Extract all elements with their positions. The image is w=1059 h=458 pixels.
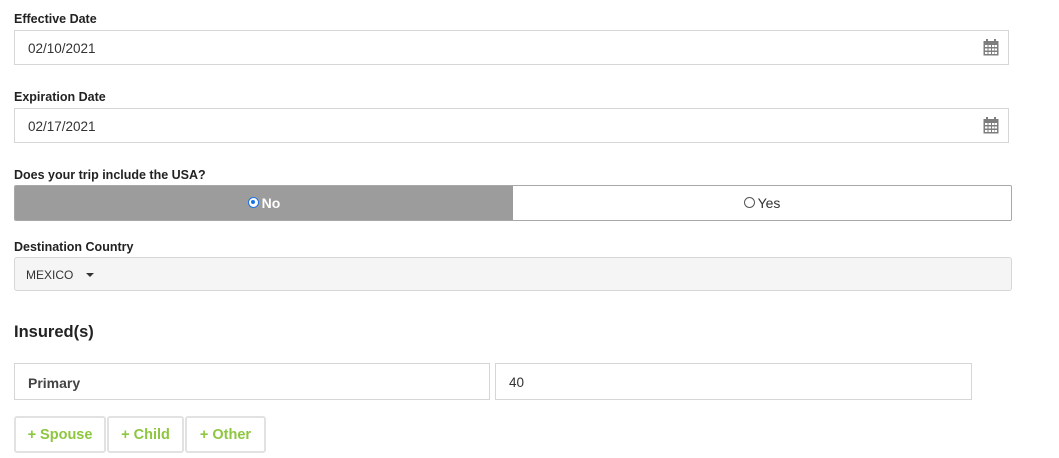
effective-date-input[interactable]: 02/10/2021 [14,30,1009,65]
radio-unchecked-icon[interactable] [743,196,755,208]
destination-country-label: Destination Country [14,240,134,254]
radio-checked-icon[interactable] [247,196,259,208]
calendar-icon[interactable] [983,117,999,134]
calendar-icon[interactable] [983,39,999,56]
add-child-button[interactable]: + Child [107,416,184,453]
usa-trip-toggle: No Yes [14,185,1012,221]
effective-date-value: 02/10/2021 [28,41,96,56]
usa-option-no[interactable]: No [15,186,513,220]
usa-option-yes-label: Yes [757,195,781,211]
add-other-button[interactable]: + Other [185,416,266,453]
primary-age-value: 40 [509,375,525,390]
expiration-date-label: Expiration Date [14,90,106,104]
add-spouse-button[interactable]: + Spouse [14,416,106,453]
destination-country-value: MEXICO [26,268,74,282]
destination-country-select[interactable]: MEXICO [14,257,1012,291]
insured-section-title: Insured(s) [14,323,94,341]
caret-down-icon[interactable] [86,273,94,277]
usa-trip-label: Does your trip include the USA? [14,168,206,182]
primary-age-input[interactable]: 40 [495,363,972,400]
primary-insured-label: Primary [28,375,81,391]
usa-option-no-label: No [261,195,281,211]
expiration-date-input[interactable]: 02/17/2021 [14,108,1009,143]
effective-date-label: Effective Date [14,12,97,26]
primary-insured-field: Primary [14,363,490,400]
expiration-date-value: 02/17/2021 [28,119,96,134]
usa-option-yes[interactable]: Yes [513,186,1011,220]
